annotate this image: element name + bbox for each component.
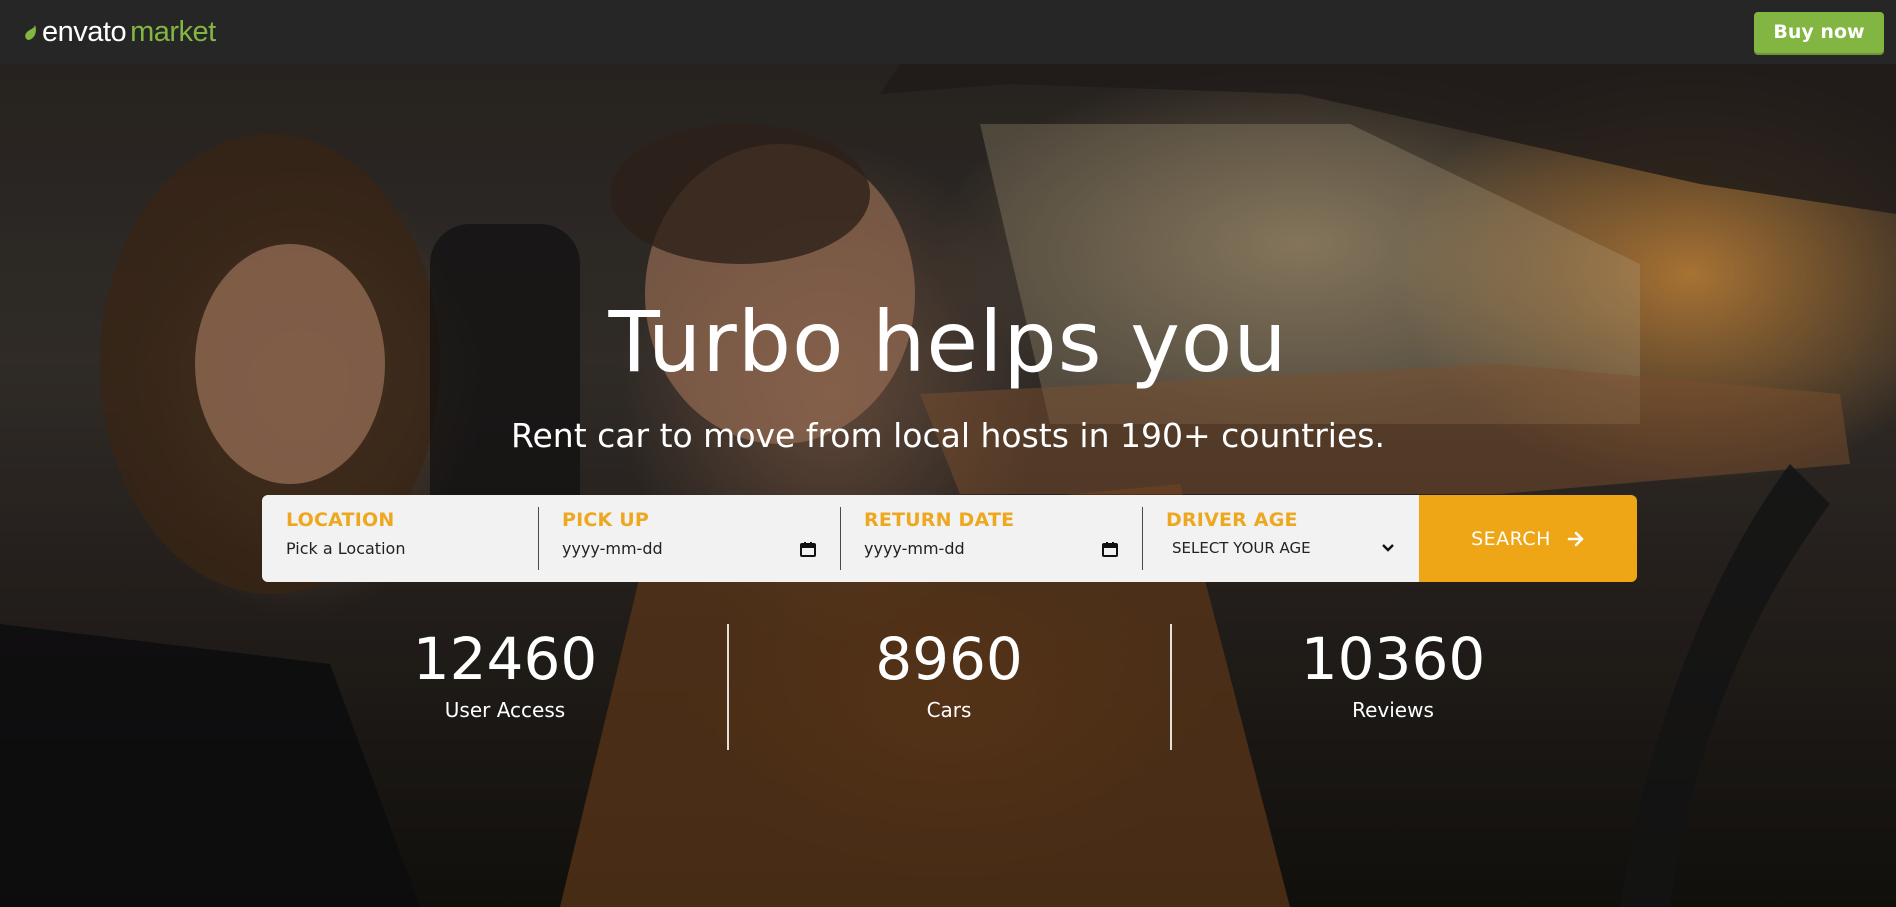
arrow-right-icon xyxy=(1567,531,1584,546)
location-field: LOCATION xyxy=(262,495,538,582)
stat-divider xyxy=(727,624,729,750)
stat-reviews: 10360 Reviews xyxy=(1243,624,1543,722)
hero-subtitle: Rent car to move from local hosts in 190… xyxy=(511,416,1385,455)
stat-label: Cars xyxy=(926,698,972,722)
pickup-field: PICK UP yyyy-mm-dd xyxy=(538,495,840,582)
logo-text-market: market xyxy=(130,15,216,48)
driver-age-label: DRIVER AGE xyxy=(1166,509,1298,531)
pickup-date-value: yyyy-mm-dd xyxy=(562,539,663,558)
buy-now-button[interactable]: Buy now xyxy=(1754,11,1884,53)
search-button-label: SEARCH xyxy=(1471,527,1551,550)
stat-user-access: 12460 User Access xyxy=(355,624,655,722)
stat-divider xyxy=(1170,624,1172,750)
return-date-value: yyyy-mm-dd xyxy=(864,539,965,558)
calendar-icon[interactable] xyxy=(800,541,816,557)
search-form: LOCATION PICK UP yyyy-mm-dd RETURN DATE xyxy=(262,495,1637,582)
stat-label: Reviews xyxy=(1352,698,1434,722)
hero-title: Turbo helps you xyxy=(608,293,1288,391)
driver-age-selected: SELECT YOUR AGE xyxy=(1172,539,1311,557)
top-bar: envato market Buy now xyxy=(0,0,1896,64)
search-button[interactable]: SEARCH xyxy=(1419,495,1637,582)
envato-market-logo[interactable]: envato market xyxy=(24,16,216,49)
stat-value: 12460 xyxy=(412,625,598,693)
stat-value: 10360 xyxy=(1300,625,1486,693)
leaf-icon xyxy=(25,25,36,40)
driver-age-field: DRIVER AGE SELECT YOUR AGE xyxy=(1142,495,1419,582)
hero-overlay xyxy=(0,64,1896,907)
return-label: RETURN DATE xyxy=(864,509,1015,531)
stat-cars: 8960 Cars xyxy=(799,624,1099,722)
logo-text-envato: envato xyxy=(42,15,127,48)
pickup-label: PICK UP xyxy=(562,509,650,531)
stat-value: 8960 xyxy=(875,625,1023,693)
return-field: RETURN DATE yyyy-mm-dd xyxy=(840,495,1142,582)
chevron-down-icon xyxy=(1382,544,1394,552)
driver-age-select[interactable]: SELECT YOUR AGE xyxy=(1166,539,1395,557)
return-date-input[interactable]: yyyy-mm-dd xyxy=(864,539,1118,558)
stat-label: User Access xyxy=(444,698,566,722)
hero-section: Turbo helps you Rent car to move from lo… xyxy=(0,64,1896,907)
calendar-icon[interactable] xyxy=(1102,541,1118,557)
location-input[interactable] xyxy=(286,539,514,558)
pickup-date-input[interactable]: yyyy-mm-dd xyxy=(562,539,816,558)
location-label: LOCATION xyxy=(286,509,395,531)
stats-section: 12460 User Access 8960 Cars 10360 Review… xyxy=(0,624,1896,754)
search-fields: LOCATION PICK UP yyyy-mm-dd RETURN DATE xyxy=(262,495,1419,582)
